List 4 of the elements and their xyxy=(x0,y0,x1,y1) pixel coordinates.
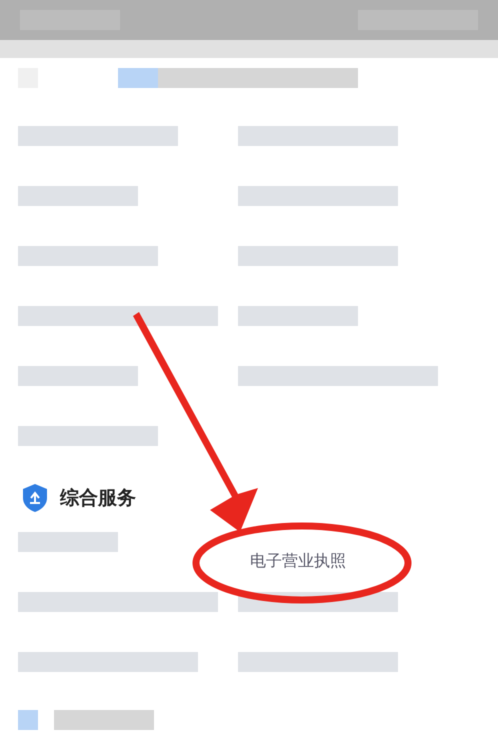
section-title: 综合服务 xyxy=(60,486,136,511)
service-item[interactable]: 电子营业执照 xyxy=(250,551,346,572)
blurred-text xyxy=(18,710,38,730)
shield-icon xyxy=(22,483,48,513)
